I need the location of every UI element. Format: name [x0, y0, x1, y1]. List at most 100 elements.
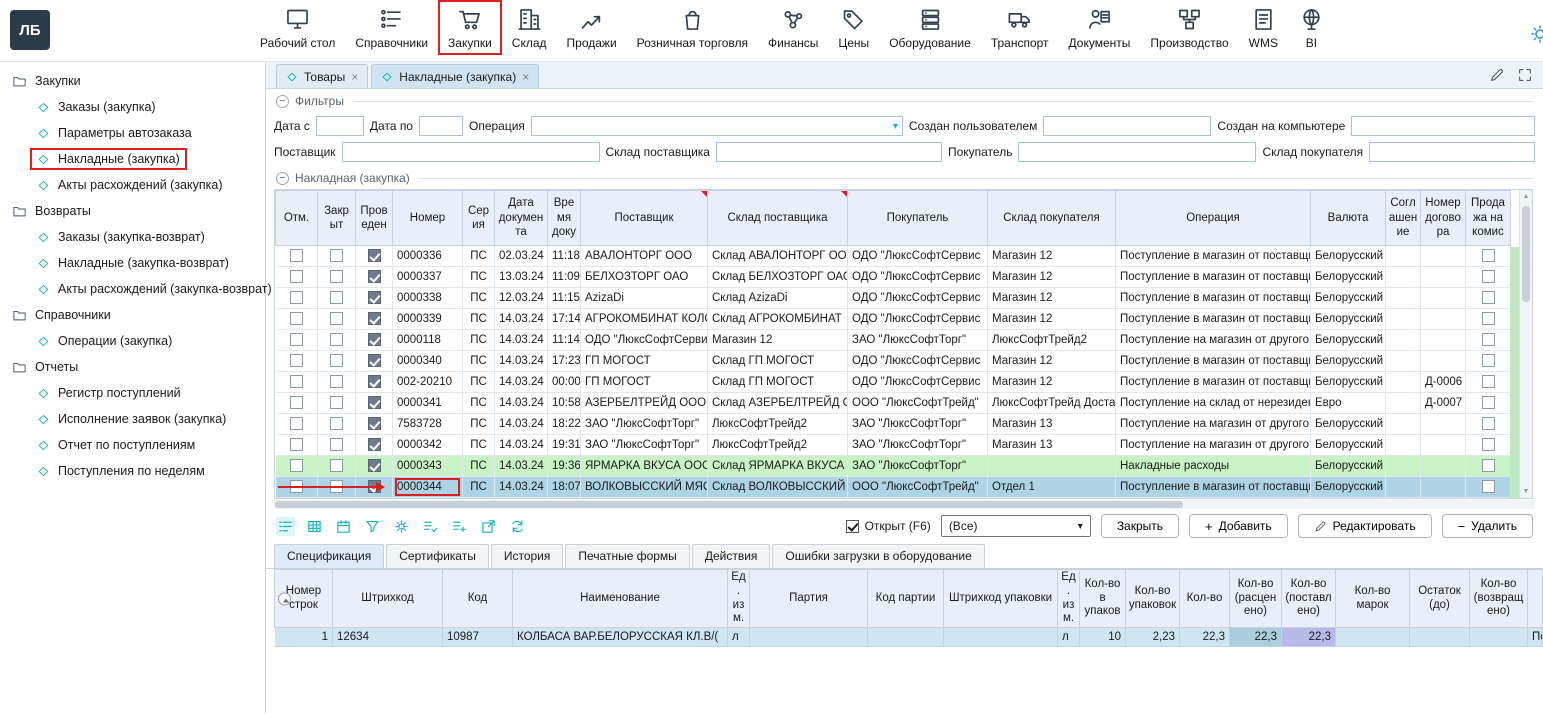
- list-check-icon[interactable]: [421, 517, 440, 536]
- col-header-currency[interactable]: Валюта: [1311, 191, 1386, 246]
- spec-col-pack-barcode[interactable]: Штрихкод упаковки: [944, 570, 1058, 628]
- date-to-input[interactable]: [419, 116, 463, 136]
- sidebar-item-orders-return[interactable]: Заказы (закупка-возврат): [0, 224, 265, 250]
- close-button[interactable]: Закрыть: [1101, 514, 1179, 538]
- open-f6-checkbox[interactable]: Открыт (F6): [846, 519, 931, 533]
- list-view-icon[interactable]: [276, 517, 295, 536]
- date-from-input[interactable]: [316, 116, 364, 136]
- spec-col-unit[interactable]: Ед. изм.: [728, 570, 750, 628]
- spec-col-pack-unit[interactable]: Ед. изм.: [1058, 570, 1080, 628]
- ribbon-item-warehouse[interactable]: Склад: [502, 0, 557, 55]
- posted-checkbox[interactable]: [368, 459, 381, 472]
- sidebar-group-returns[interactable]: Возвраты: [0, 198, 265, 224]
- sidebar-item-discrepancy-acts-return[interactable]: Акты расхождений (закупка-возврат): [0, 276, 265, 302]
- sidebar-item-invoices-purchase[interactable]: Накладные (закупка): [0, 146, 265, 172]
- ribbon-item-wms[interactable]: WMS: [1239, 0, 1288, 55]
- col-header-commission-sale[interactable]: Продажа на комис: [1466, 191, 1511, 246]
- horizontal-scrollbar[interactable]: [274, 500, 1535, 509]
- invoice-row[interactable]: 0000118 ПС 14.03.24 11:14 ОДО "ЛюксСофтС…: [276, 330, 1511, 351]
- sidebar-item-receipts-register[interactable]: Регистр поступлений: [0, 380, 265, 406]
- col-header-number[interactable]: Номер: [393, 191, 463, 246]
- scrollbar-thumb[interactable]: [275, 501, 1183, 508]
- col-header-contract-number[interactable]: Номер договора: [1421, 191, 1466, 246]
- mark-checkbox[interactable]: [290, 333, 303, 346]
- tab-invoices-purchase[interactable]: Накладные (закупка) ×: [371, 64, 539, 88]
- posted-checkbox[interactable]: [368, 291, 381, 304]
- col-header-buyer-warehouse[interactable]: Склад покупателя: [988, 191, 1116, 246]
- spec-col-partial[interactable]: [1528, 570, 1543, 628]
- invoice-row[interactable]: 0000339 ПС 14.03.24 17:14 АГРОКОМБИНАТ К…: [276, 309, 1511, 330]
- delete-button[interactable]: −Удалить: [1442, 514, 1533, 538]
- closed-checkbox[interactable]: [330, 270, 343, 283]
- sidebar-item-invoices-return[interactable]: Накладные (закупка-возврат): [0, 250, 265, 276]
- sidebar-item-receipts-report[interactable]: Отчет по поступлениям: [0, 432, 265, 458]
- closed-checkbox[interactable]: [330, 396, 343, 409]
- posted-checkbox[interactable]: [368, 270, 381, 283]
- close-icon[interactable]: ×: [522, 70, 529, 84]
- created-on-input[interactable]: [1351, 116, 1535, 136]
- detail-tab-certificates[interactable]: Сертификаты: [386, 544, 489, 568]
- invoice-row[interactable]: 002-20210 ПС 14.03.24 00:00 ГП МОГОСТ Ск…: [276, 372, 1511, 393]
- invoice-row[interactable]: 7583728 ПС 14.03.24 18:22 ЗАО "ЛюксСофтТ…: [276, 414, 1511, 435]
- commission-checkbox[interactable]: [1482, 459, 1495, 472]
- collapse-icon[interactable]: −: [276, 95, 289, 108]
- fullscreen-icon[interactable]: [1517, 67, 1533, 83]
- col-header-supplier-warehouse[interactable]: Склад поставщика: [708, 191, 848, 246]
- ribbon-item-prices[interactable]: Цены: [828, 0, 879, 55]
- mark-checkbox[interactable]: [290, 270, 303, 283]
- commission-checkbox[interactable]: [1482, 417, 1495, 430]
- filters-group-header[interactable]: − Фильтры: [274, 92, 1535, 110]
- detail-tab-load-errors[interactable]: Ошибки загрузки в оборудование: [772, 544, 984, 568]
- mark-checkbox[interactable]: [290, 480, 303, 493]
- commission-checkbox[interactable]: [1482, 480, 1495, 493]
- detail-tab-print-forms[interactable]: Печатные формы: [565, 544, 689, 568]
- col-header-mark[interactable]: Отм.: [276, 191, 318, 246]
- spec-col-batch-code[interactable]: Код партии: [868, 570, 944, 628]
- invoice-row[interactable]: 0000337 ПС 13.03.24 11:09 БЕЛХОЗТОРГ ОАО…: [276, 267, 1511, 288]
- tab-goods[interactable]: Товары ×: [276, 64, 368, 88]
- closed-checkbox[interactable]: [330, 291, 343, 304]
- sort-ascending-icon[interactable]: [278, 592, 291, 605]
- export-icon[interactable]: [479, 517, 498, 536]
- invoice-row[interactable]: 0000336 ПС 02.03.24 11:18 АВАЛОНТОРГ ООО…: [276, 246, 1511, 267]
- mark-checkbox[interactable]: [290, 249, 303, 262]
- col-header-supplier[interactable]: Поставщик: [581, 191, 708, 246]
- scroll-down-icon[interactable]: ▼: [1520, 488, 1532, 495]
- closed-checkbox[interactable]: [330, 417, 343, 430]
- edit-pencil-icon[interactable]: [1489, 67, 1505, 83]
- collapse-icon[interactable]: −: [276, 172, 289, 185]
- list-add-icon[interactable]: [450, 517, 469, 536]
- sidebar-item-operations-purchase[interactable]: Операции (закупка): [0, 328, 265, 354]
- invoice-row[interactable]: 0000344 ПС 14.03.24 18:07 ВОЛКОВЫССКИЙ М…: [276, 477, 1511, 498]
- mark-checkbox[interactable]: [290, 354, 303, 367]
- scrollbar-thumb[interactable]: [1522, 206, 1530, 302]
- spec-col-qty[interactable]: Кол-во: [1180, 570, 1230, 628]
- col-header-doc-time[interactable]: Время доку: [548, 191, 581, 246]
- posted-checkbox[interactable]: [368, 438, 381, 451]
- close-icon[interactable]: ×: [351, 70, 358, 84]
- spec-col-name[interactable]: Наименование: [513, 570, 728, 628]
- spec-col-barcode[interactable]: Штрихкод: [333, 570, 443, 628]
- closed-checkbox[interactable]: [330, 459, 343, 472]
- col-header-series[interactable]: Серия: [463, 191, 495, 246]
- closed-checkbox[interactable]: [330, 438, 343, 451]
- invoice-row[interactable]: 0000338 ПС 12.03.24 11:15 AzizaDi Склад …: [276, 288, 1511, 309]
- calendar-icon[interactable]: [334, 517, 353, 536]
- mark-checkbox[interactable]: [290, 459, 303, 472]
- mark-checkbox[interactable]: [290, 291, 303, 304]
- mark-checkbox[interactable]: [290, 417, 303, 430]
- gear-icon[interactable]: [392, 517, 411, 536]
- vertical-scrollbar[interactable]: ▲ ▼: [1519, 190, 1532, 498]
- col-header-closed[interactable]: Закрыт: [318, 191, 356, 246]
- commission-checkbox[interactable]: [1482, 396, 1495, 409]
- spec-col-qty-marks[interactable]: Кол-во марок: [1336, 570, 1410, 628]
- spec-col-row-number[interactable]: Номер строк: [275, 570, 333, 628]
- detail-tab-specification[interactable]: Спецификация: [274, 544, 384, 568]
- operation-combobox[interactable]: ▾: [531, 116, 903, 136]
- col-header-posted[interactable]: Проведен: [356, 191, 393, 246]
- closed-checkbox[interactable]: [330, 312, 343, 325]
- spec-col-qty-packs[interactable]: Кол-во упаковок: [1126, 570, 1180, 628]
- closed-checkbox[interactable]: [330, 354, 343, 367]
- invoice-row[interactable]: 0000343 ПС 14.03.24 19:36 ЯРМАРКА ВКУСА …: [276, 456, 1511, 477]
- spec-col-qty-returned[interactable]: Кол-во (возвращено): [1470, 570, 1528, 628]
